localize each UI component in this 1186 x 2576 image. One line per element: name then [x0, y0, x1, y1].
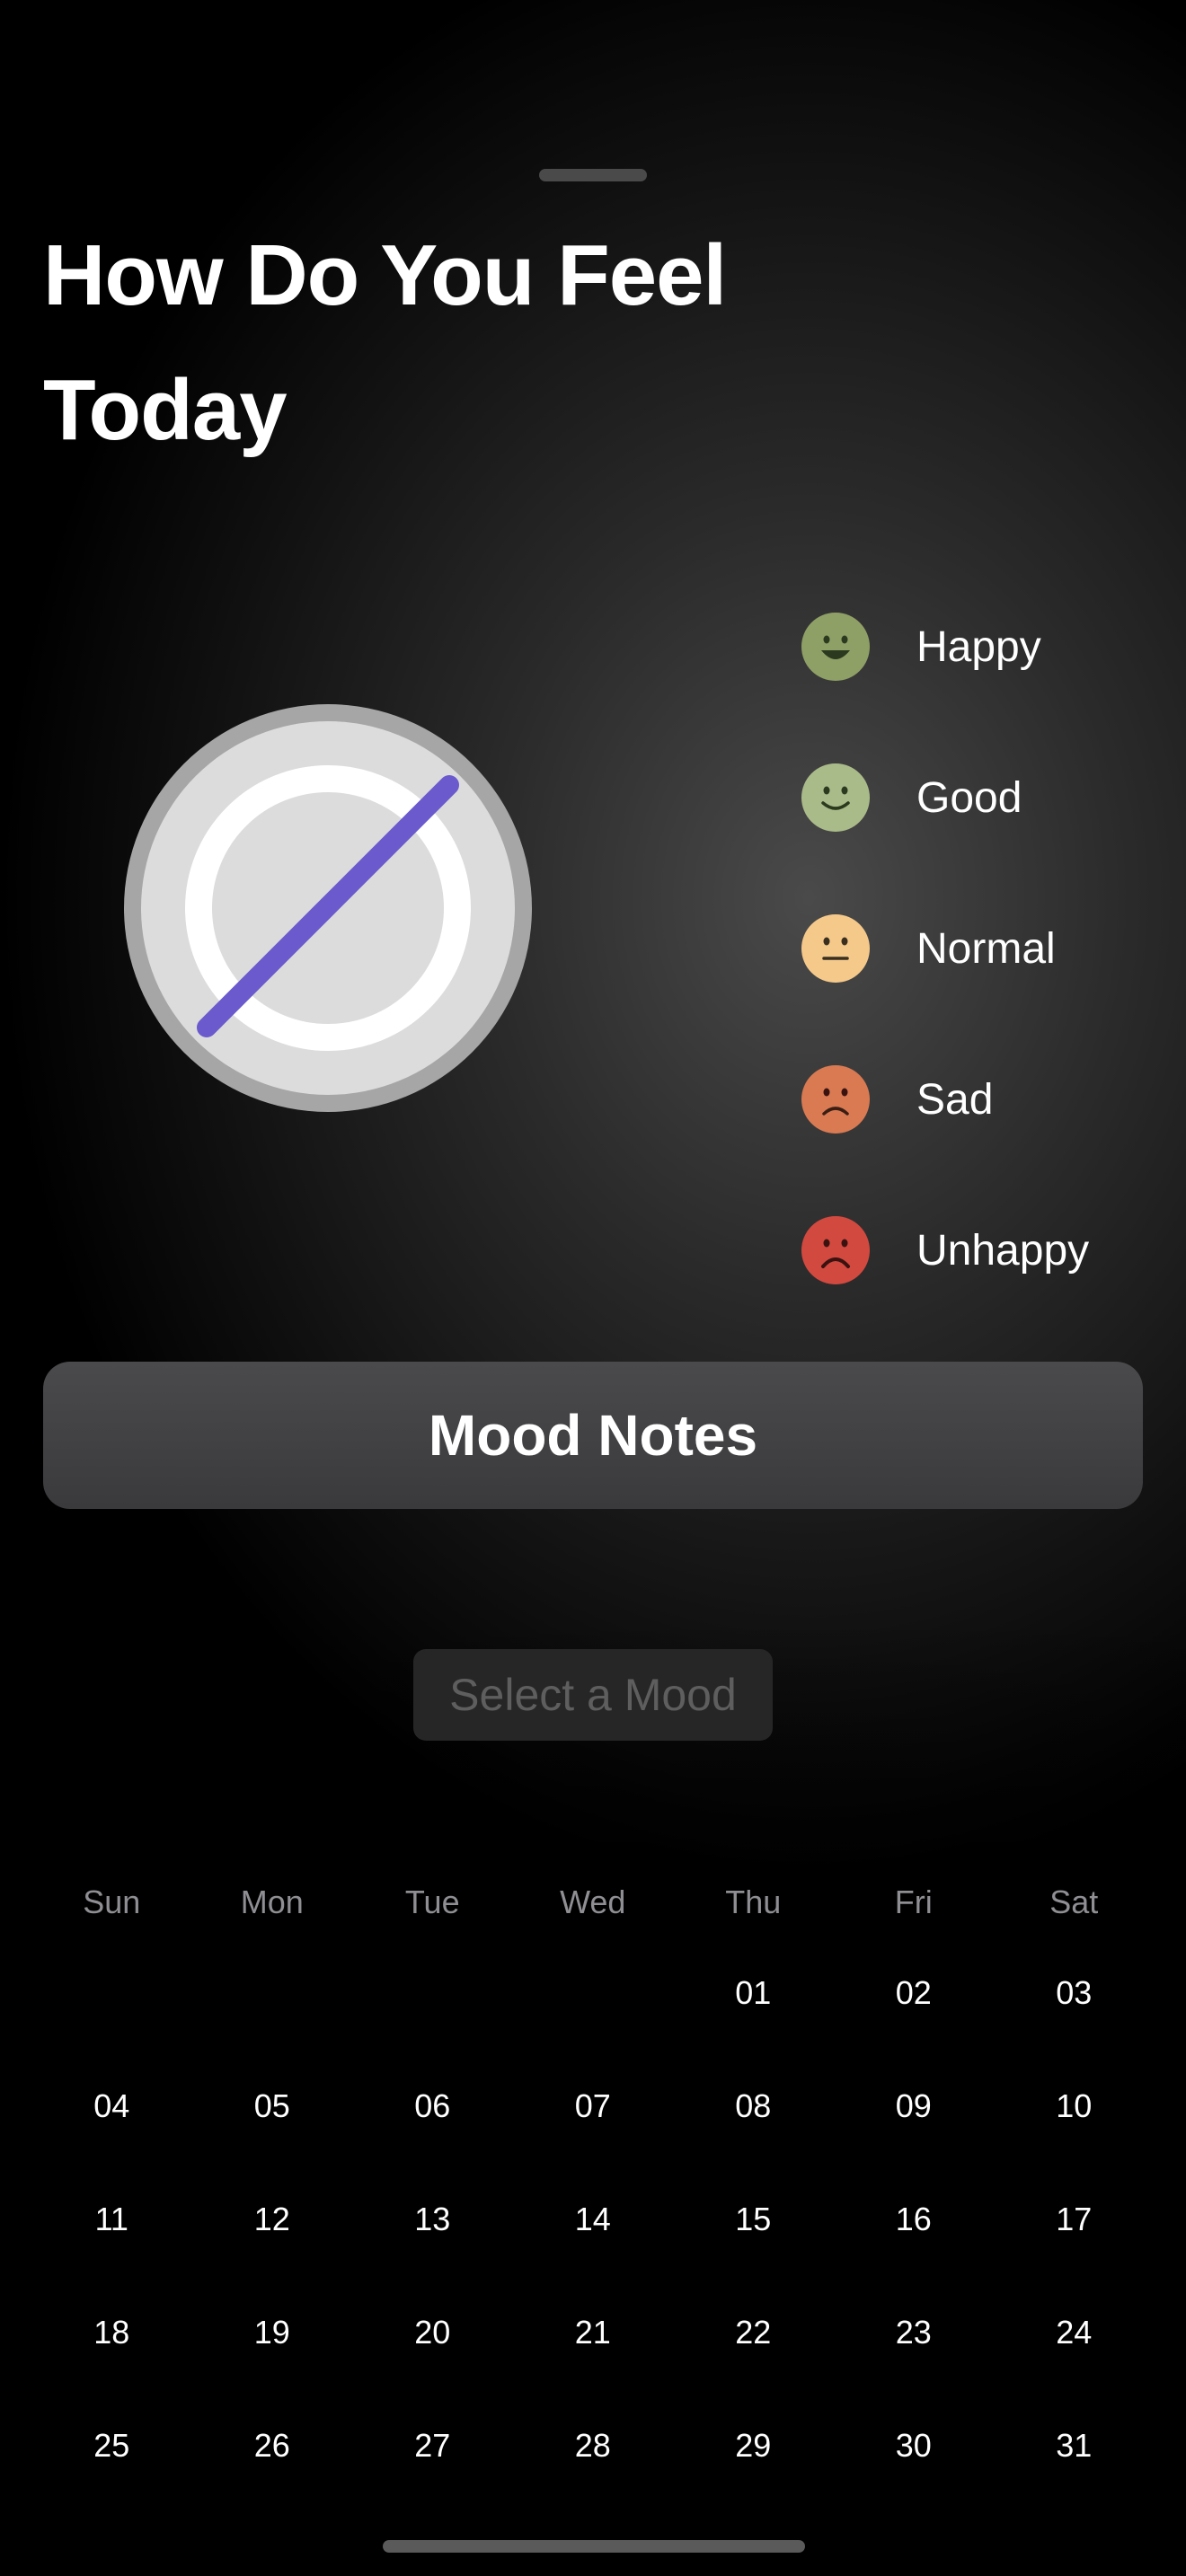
calendar-day[interactable]: 04: [31, 2050, 192, 2163]
calendar-day[interactable]: 06: [352, 2050, 513, 2163]
calendar-day[interactable]: 22: [673, 2276, 834, 2389]
mood-option-good[interactable]: Good: [801, 722, 1161, 873]
calendar-empty-cell: [31, 1936, 192, 2050]
calendar-day[interactable]: 27: [352, 2389, 513, 2502]
weekday-label-thu: Thu: [725, 1883, 782, 1920]
calendar-day[interactable]: 19: [192, 2276, 353, 2389]
calendar-day[interactable]: 25: [31, 2389, 192, 2502]
calendar-day[interactable]: 15: [673, 2163, 834, 2276]
calendar-day[interactable]: 20: [352, 2276, 513, 2389]
mood-option-normal[interactable]: Normal: [801, 873, 1161, 1024]
mood-option-sad[interactable]: Sad: [801, 1024, 1161, 1175]
mood-label: Sad: [916, 1075, 994, 1124]
mood-option-happy[interactable]: Happy: [801, 571, 1161, 722]
calendar-day[interactable]: 12: [192, 2163, 353, 2276]
calendar-week-row: 04 05 06 07 08 09 10: [31, 2050, 1155, 2163]
calendar-week-row: 11 12 13 14 15 16 17: [31, 2163, 1155, 2276]
weekday-label-tue: Tue: [404, 1883, 460, 1920]
calendar-day[interactable]: 03: [994, 1936, 1155, 2050]
weekday-label-sun: Sun: [83, 1883, 141, 1920]
calendar-day[interactable]: 18: [31, 2276, 192, 2389]
calendar-week-row: 18 19 20 21 22 23 24: [31, 2276, 1155, 2389]
calendar-day[interactable]: 13: [352, 2163, 513, 2276]
calendar-day[interactable]: 07: [513, 2050, 674, 2163]
calendar-week-row: 01 02 03: [31, 1936, 1155, 2050]
weekday-label-sat: Sat: [1049, 1883, 1099, 1920]
calendar-day[interactable]: 28: [513, 2389, 674, 2502]
weekday-label-fri: Fri: [894, 1883, 933, 1920]
calendar-day[interactable]: 17: [994, 2163, 1155, 2276]
mood-label: Normal: [916, 924, 1056, 973]
calendar-day[interactable]: 08: [673, 2050, 834, 2163]
calendar-week-row: 25 26 27 28 29 30 31: [31, 2389, 1155, 2502]
calendar-empty-cell: [192, 1936, 353, 2050]
calendar-weekday-header: Sun Mon Tue Wed Thu Fri Sat: [31, 1868, 1155, 1936]
mood-label: Unhappy: [916, 1226, 1090, 1275]
weekday-label-wed: Wed: [560, 1883, 626, 1920]
mood-label: Good: [916, 773, 1022, 822]
calendar-grid: 01 02 03 04 05 06 07 08 09 10 11 12 13 14 15 16 17 18 19 20…: [31, 1936, 1155, 2502]
calendar-day[interactable]: 02: [834, 1936, 995, 2050]
happy-face-icon: [801, 613, 870, 681]
calendar-day[interactable]: 29: [673, 2389, 834, 2502]
calendar-day[interactable]: 31: [994, 2389, 1155, 2502]
calendar-day[interactable]: 26: [192, 2389, 353, 2502]
calendar-day[interactable]: 23: [834, 2276, 995, 2389]
sheet-grabber[interactable]: [539, 169, 647, 181]
calendar-day[interactable]: 05: [192, 2050, 353, 2163]
calendar-day[interactable]: 11: [31, 2163, 192, 2276]
calendar-day[interactable]: 01: [673, 1936, 834, 2050]
mood-option-unhappy[interactable]: Unhappy: [801, 1175, 1161, 1326]
calendar-day[interactable]: 09: [834, 2050, 995, 2163]
calendar-empty-cell: [352, 1936, 513, 2050]
good-face-icon: [801, 763, 870, 832]
sad-face-icon: [801, 1065, 870, 1134]
calendar-empty-cell: [513, 1936, 674, 2050]
page-title: How Do You Feel Today: [43, 227, 727, 458]
calendar-day[interactable]: 24: [994, 2276, 1155, 2389]
mood-dial-empty-icon[interactable]: [124, 704, 532, 1112]
home-indicator: [383, 2540, 805, 2553]
unhappy-face-icon: [801, 1216, 870, 1284]
mood-label: Happy: [916, 622, 1041, 671]
calendar-day[interactable]: 14: [513, 2163, 674, 2276]
weekday-label-mon: Mon: [240, 1883, 304, 1920]
calendar: Sun Mon Tue Wed Thu Fri Sat 01 02 03 04 05 06 07 08 09…: [31, 1868, 1155, 2502]
calendar-day[interactable]: 10: [994, 2050, 1155, 2163]
mood-legend: Happy Good Normal Sad Unhappy: [801, 571, 1161, 1326]
normal-face-icon: [801, 914, 870, 983]
mood-notes-button[interactable]: Mood Notes: [43, 1362, 1143, 1509]
calendar-day[interactable]: 30: [834, 2389, 995, 2502]
select-mood-button[interactable]: Select a Mood: [413, 1649, 773, 1741]
calendar-day[interactable]: 16: [834, 2163, 995, 2276]
calendar-day[interactable]: 21: [513, 2276, 674, 2389]
